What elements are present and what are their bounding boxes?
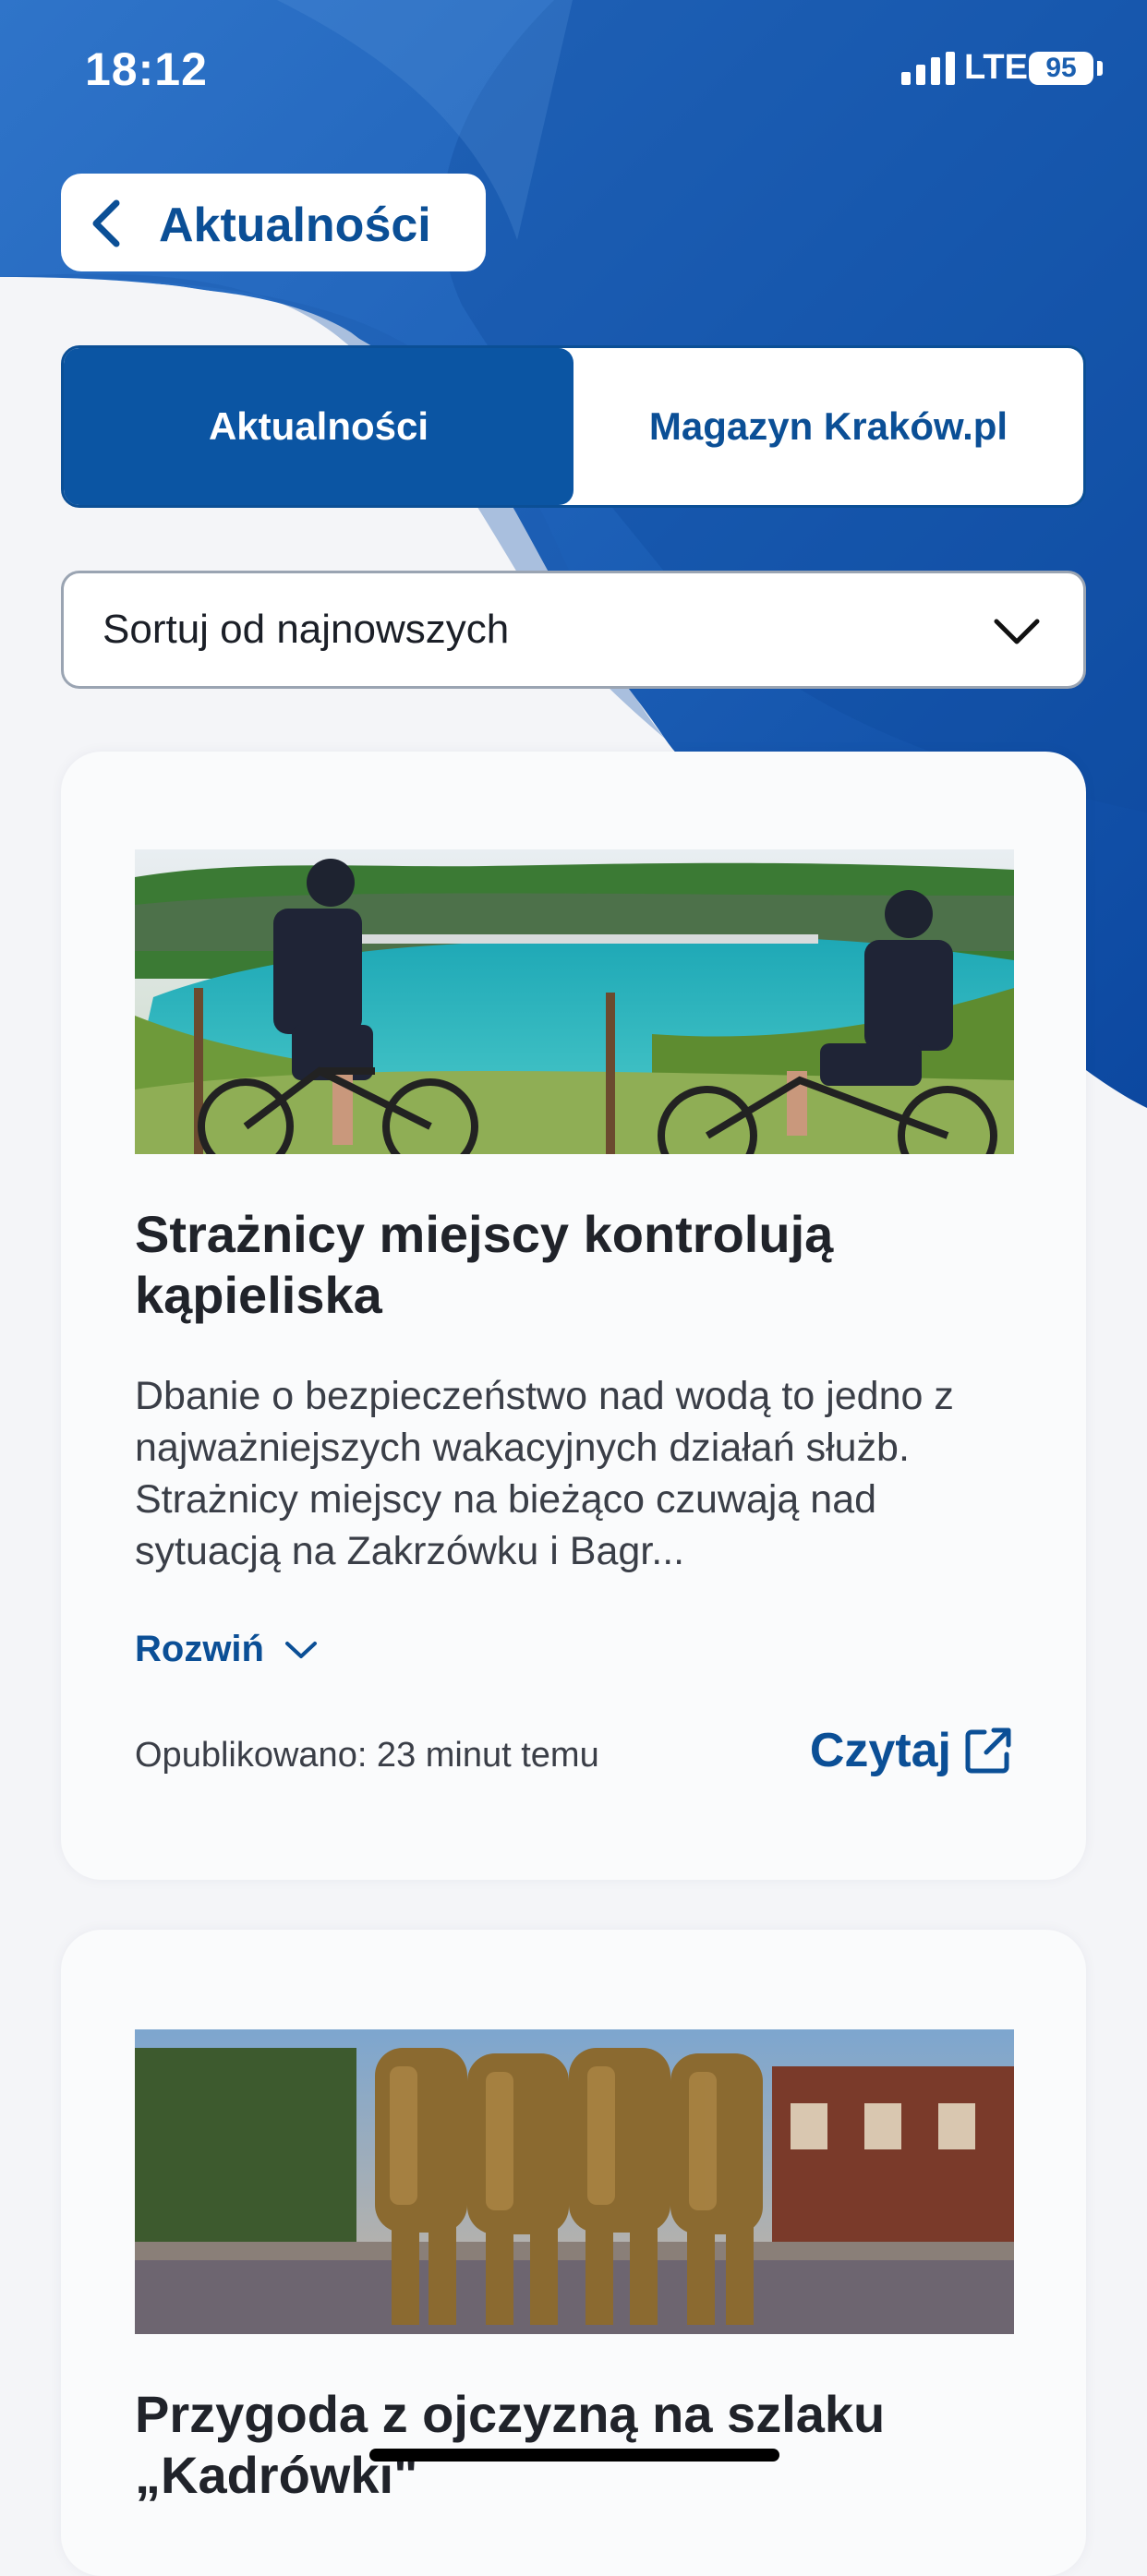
article-description: Dbanie o bezpieczeństwo nad wodą to jedn… [135, 1374, 954, 1573]
battery-icon: 95 [1029, 52, 1093, 85]
news-card: Strażnicy miejscy kontrolują kąpieliska … [61, 752, 1086, 1880]
tab-aktualnosci[interactable]: Aktualności [64, 348, 574, 505]
expand-button[interactable]: Rozwiń [135, 1629, 318, 1670]
article-title[interactable]: Strażnicy miejscy kontrolują kąpieliska [135, 1204, 1012, 1326]
battery-tip [1097, 61, 1103, 76]
signal-icon [901, 52, 955, 85]
chevron-down-icon [994, 619, 1040, 644]
expand-label: Rozwiń [135, 1629, 264, 1669]
article-image[interactable] [135, 849, 1014, 1154]
external-link-icon [965, 1727, 1011, 1774]
network-type: LTE [964, 48, 1028, 87]
back-button[interactable]: Aktualności [61, 174, 486, 271]
article-image[interactable] [135, 2029, 1014, 2334]
sort-selected-value: Sortuj od najnowszych [103, 607, 510, 652]
status-time: 18:12 [85, 43, 208, 95]
read-button[interactable]: Czytaj [810, 1723, 1014, 1778]
article-photo [135, 849, 1014, 1154]
status-bar: 18:12 LTE 95 [0, 0, 1147, 138]
sort-dropdown[interactable]: Sortuj od najnowszych [61, 571, 1086, 689]
article-title[interactable]: Przygoda z ojczyzną na szlaku „Kadrówki" [135, 2384, 1012, 2506]
tab-label: Aktualności [208, 404, 429, 448]
tab-label: Magazyn Kraków.pl [648, 404, 1008, 448]
read-label: Czytaj [809, 1724, 951, 1777]
chevron-down-icon [284, 1641, 317, 1658]
published-time: Opublikowano: 23 minut temu [135, 1736, 599, 1775]
chevron-left-icon [92, 199, 120, 247]
home-indicator [369, 2449, 779, 2462]
section-tabs: Aktualności Magazyn Kraków.pl [61, 345, 1086, 508]
back-button-label: Aktualności [159, 199, 431, 252]
article-photo [135, 2029, 1014, 2334]
news-card: Przygoda z ojczyzną na szlaku „Kadrówki" [61, 1930, 1086, 2576]
tab-magazyn[interactable]: Magazyn Kraków.pl [574, 348, 1083, 505]
